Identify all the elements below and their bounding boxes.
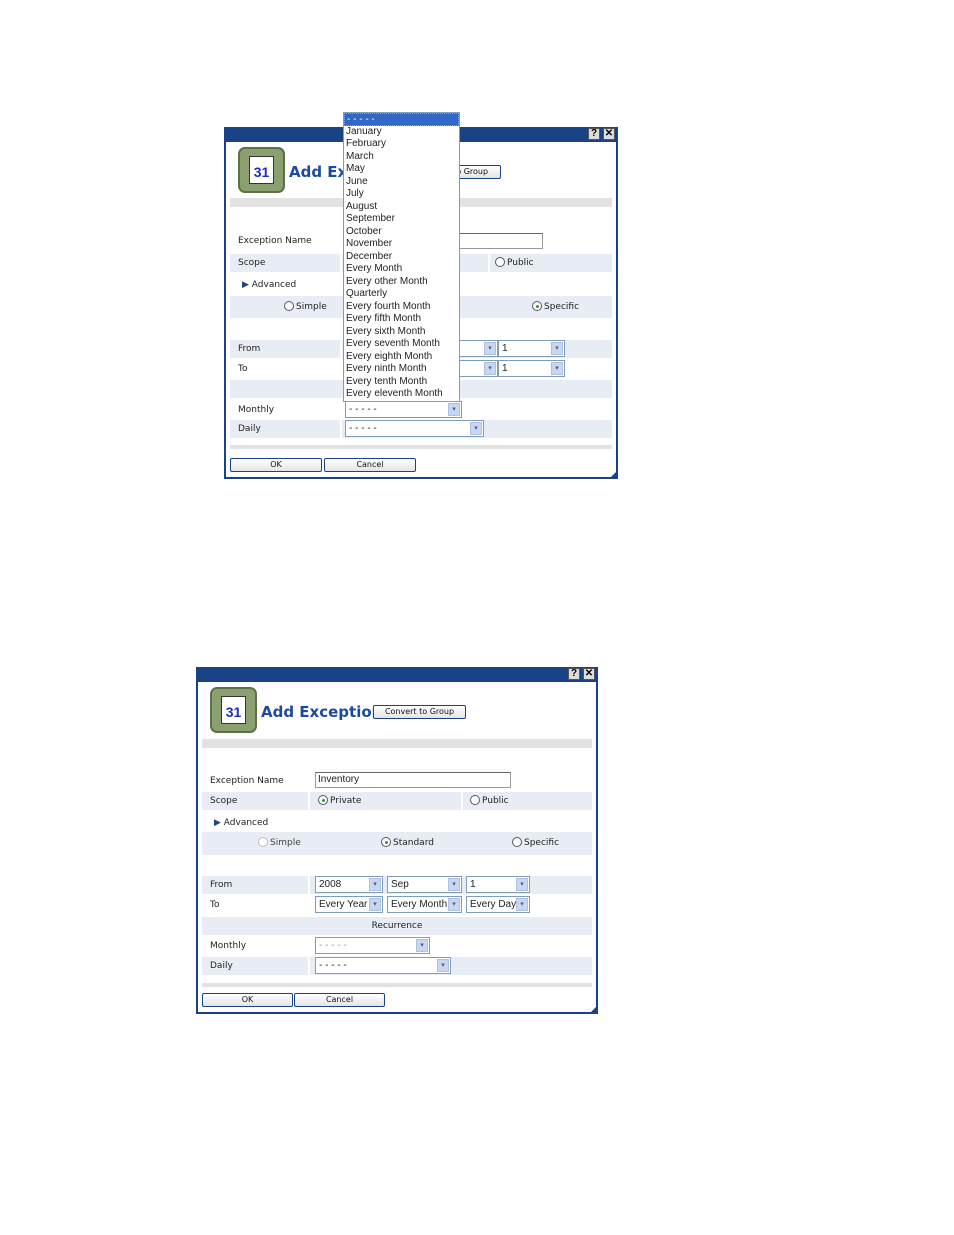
ok-button[interactable]: OK <box>202 993 293 1007</box>
calendar-icon: 31 <box>210 687 257 733</box>
recurrence-row: Recurrence <box>202 917 592 935</box>
resize-grip[interactable] <box>609 470 618 479</box>
from-day-select[interactable]: 1 ▾ <box>466 876 530 893</box>
dropdown-option[interactable]: Every fourth Month <box>344 301 459 314</box>
scope-label: Scope <box>238 258 266 268</box>
title-bar: ? ✕ <box>196 667 598 682</box>
dropdown-option[interactable]: - - - - - <box>344 113 459 126</box>
specific-radio[interactable]: Specific <box>512 837 559 848</box>
expand-arrow-icon: ▶ <box>214 818 221 828</box>
simple-radio[interactable]: Simple <box>284 301 327 312</box>
standard-radio[interactable]: Standard <box>381 837 434 848</box>
to-row: To Every Year ▾ Every Month ▾ Every Day ▾ <box>202 896 592 914</box>
ok-button[interactable]: OK <box>230 458 322 472</box>
dropdown-option[interactable]: February <box>344 138 459 151</box>
from-row: From 2008 ▾ Sep ▾ 1 ▾ <box>202 876 592 894</box>
divider <box>230 445 612 449</box>
from-month-select[interactable]: Sep ▾ <box>387 876 462 893</box>
monthly-select[interactable]: - - - - - ▾ <box>345 401 462 418</box>
dropdown-option[interactable]: Every tenth Month <box>344 376 459 389</box>
dropdown-option[interactable]: May <box>344 163 459 176</box>
help-button[interactable]: ? <box>588 128 600 140</box>
monthly-row: Monthly - - - - - ▾ <box>230 401 612 419</box>
monthly-dropdown-list[interactable]: - - - - - January February March May June July… <box>343 112 460 402</box>
scope-row: Scope Private Public <box>202 792 592 810</box>
dropdown-option[interactable]: November <box>344 238 459 251</box>
dropdown-option[interactable]: Every seventh Month <box>344 338 459 351</box>
exception-name-label: Exception Name <box>238 236 312 246</box>
private-radio[interactable]: Private <box>318 795 361 806</box>
dropdown-option[interactable]: Every other Month <box>344 276 459 289</box>
expand-arrow-icon: ▶ <box>242 280 249 290</box>
dropdown-option[interactable]: Every sixth Month <box>344 326 459 339</box>
dropdown-option[interactable]: June <box>344 176 459 189</box>
divider <box>202 983 592 987</box>
to-day-select[interactable]: Every Day ▾ <box>466 896 530 913</box>
daily-select[interactable]: - - - - - ▾ <box>315 957 451 974</box>
recurrence-heading: Recurrence <box>371 921 423 931</box>
public-radio[interactable]: Public <box>470 795 509 806</box>
dropdown-option[interactable]: September <box>344 213 459 226</box>
calendar-icon: 31 <box>238 147 285 193</box>
specific-radio[interactable]: Specific <box>532 301 579 312</box>
to-day-select[interactable]: 1 ▾ <box>498 360 565 377</box>
exception-name-input[interactable]: Inventory <box>315 772 511 788</box>
dropdown-option[interactable]: Every fifth Month <box>344 313 459 326</box>
close-button[interactable]: ✕ <box>583 668 595 680</box>
dropdown-option[interactable]: Quarterly <box>344 288 459 301</box>
to-year-select[interactable]: Every Year ▾ <box>315 896 383 913</box>
add-exception-dialog-2: ? ✕ 31 Add Exception Convert to Group Ex… <box>196 667 598 1014</box>
monthly-row: Monthly - - - - - ▾ <box>202 937 592 955</box>
daily-select[interactable]: - - - - - ▾ <box>345 420 484 437</box>
from-day-select[interactable]: 1 ▾ <box>498 340 565 357</box>
public-radio[interactable]: Public <box>495 257 534 268</box>
cancel-button[interactable]: Cancel <box>294 993 385 1007</box>
dropdown-option[interactable]: Every Month <box>344 263 459 276</box>
dropdown-option[interactable]: Every eighth Month <box>344 351 459 364</box>
dialog-title: Add Exception <box>261 703 383 721</box>
dropdown-option[interactable]: Every ninth Month <box>344 363 459 376</box>
mode-row: Simple Standard Specific <box>202 832 592 855</box>
dropdown-option[interactable]: July <box>344 188 459 201</box>
dropdown-option[interactable]: March <box>344 151 459 164</box>
to-month-select[interactable]: Every Month ▾ <box>387 896 462 913</box>
daily-row: Daily - - - - - ▾ <box>230 420 612 438</box>
resize-grip[interactable] <box>589 1005 598 1014</box>
dropdown-option[interactable]: August <box>344 201 459 214</box>
help-button[interactable]: ? <box>568 668 580 680</box>
dropdown-option[interactable]: January <box>344 126 459 139</box>
from-year-select[interactable]: 2008 ▾ <box>315 876 383 893</box>
dropdown-option[interactable]: Every eleventh Month <box>344 388 459 401</box>
dropdown-option[interactable]: October <box>344 226 459 239</box>
convert-to-group-button[interactable]: Convert to Group <box>373 705 466 719</box>
cancel-button[interactable]: Cancel <box>324 458 416 472</box>
close-button[interactable]: ✕ <box>603 128 615 140</box>
daily-row: Daily - - - - - ▾ <box>202 957 592 975</box>
dropdown-option[interactable]: December <box>344 251 459 264</box>
exception-name-row: Exception Name Inventory <box>202 772 592 790</box>
divider <box>202 739 592 748</box>
advanced-toggle[interactable]: ▶ Advanced <box>202 814 592 832</box>
simple-radio[interactable]: Simple <box>258 837 301 848</box>
monthly-select[interactable]: - - - - - ▾ <box>315 937 430 954</box>
